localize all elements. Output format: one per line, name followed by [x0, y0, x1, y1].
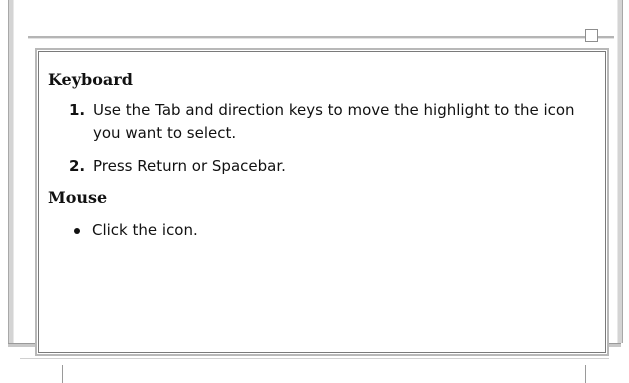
status-divider-left	[62, 365, 63, 383]
step-number: 1.	[69, 101, 86, 119]
help-window: Keyboard 1. Use the Tab and direction ke…	[0, 0, 629, 383]
pane-divider[interactable]	[28, 36, 614, 39]
list-item: 1. Use the Tab and direction keys to mov…	[48, 99, 595, 145]
status-divider-right	[585, 365, 586, 383]
mouse-bullet-list: Click the icon.	[48, 219, 595, 242]
mouse-heading: Mouse	[48, 188, 108, 207]
keyboard-heading: Keyboard	[48, 70, 133, 89]
list-item: 2. Press Return or Spacebar.	[48, 155, 595, 178]
status-area	[20, 358, 609, 383]
step-text: Use the Tab and direction keys to move t…	[93, 101, 575, 142]
pane-resize-handle[interactable]	[585, 29, 598, 42]
window-left-border	[8, 0, 14, 343]
help-content-pane: Keyboard 1. Use the Tab and direction ke…	[35, 48, 609, 356]
bullet-text: Click the icon.	[92, 221, 198, 239]
keyboard-steps-list: 1. Use the Tab and direction keys to mov…	[48, 99, 595, 178]
window-right-border	[617, 0, 623, 343]
help-text: Keyboard 1. Use the Tab and direction ke…	[48, 70, 595, 242]
bullet-icon	[74, 228, 80, 234]
list-item: Click the icon.	[48, 219, 595, 242]
step-number: 2.	[69, 157, 86, 175]
step-text: Press Return or Spacebar.	[93, 157, 286, 175]
